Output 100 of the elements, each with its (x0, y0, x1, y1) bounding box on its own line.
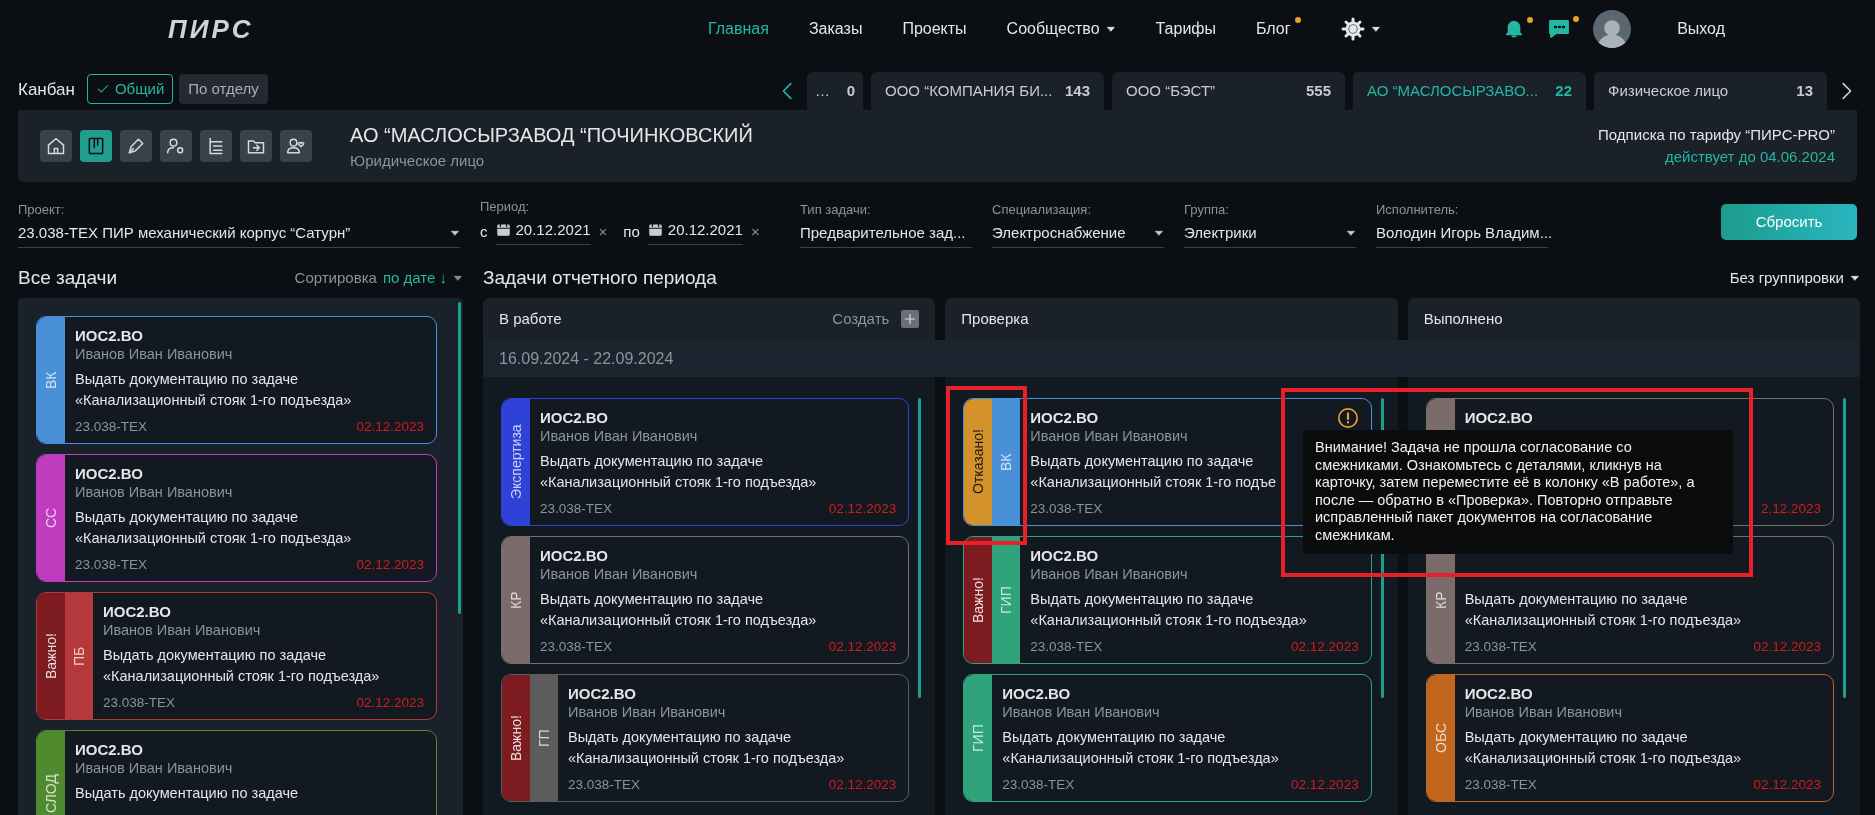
task-description: Выдать документацию по задаче «Канализационный стояк 1-го подъезда» (1002, 728, 1279, 768)
flag-label: Важно! (502, 675, 530, 801)
tab-count: 555 (1305, 80, 1331, 101)
task-code: ИОС2.ВО (75, 740, 143, 758)
tab-name: ООО “БЭСТ” (1126, 80, 1216, 101)
flag-label: Отказано! (964, 399, 993, 525)
assignee-name: Иванов Иван Иванович (1002, 703, 1160, 721)
tab-count: 13 (1796, 80, 1813, 101)
task-code: ИОС2.ВО (1464, 684, 1533, 702)
project-code: 23.038-ТЕХ (540, 500, 613, 518)
subscription-date: действует до 04.06.2024 (1663, 147, 1835, 167)
sort-label: Сортировка (294, 267, 377, 288)
task-description: Выдать документацию по задаче «Канализационный стояк 1-го подъезда» (1464, 590, 1742, 630)
filter-label: Группа: (1184, 201, 1230, 219)
filter-label: Специализация: (992, 201, 1092, 219)
subscription-text: Подписка по тарифу “ПИРС-PRO” (1598, 124, 1835, 145)
task-description: Выдать документацию по задаче «Канализационный стояк 1-го подъезда» (103, 646, 380, 686)
project-code: 23.038-ТЕХ (540, 638, 613, 656)
due-date: 2.12.2023 (1760, 500, 1821, 518)
due-date: 02.12.2023 (828, 638, 897, 656)
tag-label: СС (37, 455, 65, 581)
tag-label: ВК (992, 399, 1021, 525)
section-title: Все задачи (18, 265, 118, 290)
task-code: ИОС2.ВО (75, 464, 143, 482)
tag-label: Экспертиза (502, 399, 530, 525)
period-label: 16.09.2024 - 22.09.2024 (483, 340, 1860, 377)
due-date: 02.12.2023 (356, 556, 424, 574)
column-title: Выполнено (1423, 308, 1503, 329)
warning-tooltip: Внимание! Задача не прошла согласование со смежниками. Ознакомьтесь с деталями, кликнув на карточку, затем переместите её в колонку «В работе», а после — обратно в «Проверка». Повторно отправьте исправленный пакет документов на согласование смежникам. (1303, 430, 1733, 554)
assignee-name: Иванов Иван Иванович (75, 759, 233, 777)
tag-label: СЛОД (37, 731, 65, 815)
task-description: Выдать документацию по задаче «Канализационный стояк 1-го подъезда» (75, 370, 352, 410)
column-title: В работе (499, 308, 562, 329)
assignee-name: Иванов Иван Иванович (540, 565, 698, 583)
date-prefix: по (623, 221, 640, 242)
select-value: Предварительное зад... (800, 222, 966, 243)
due-date: 02.12.2023 (828, 776, 897, 794)
tag-label: ГИП (992, 537, 1021, 663)
tag-label: ГП (530, 675, 558, 801)
task-code: ИОС2.ВО (540, 408, 608, 426)
filter-label: Тип задачи: (800, 201, 872, 219)
kanban-label: Канбан (18, 78, 75, 101)
task-code: ИОС2.ВО (1002, 684, 1071, 702)
task-description: Выдать документацию по задаче «Канализационный стояк 1-го подъе (1030, 452, 1277, 492)
project-code: 23.038-ТЕХ (75, 556, 148, 574)
project-code: 23.038-ТЕХ (568, 776, 641, 794)
task-description: Выдать документацию по задаче «Канализационный стояк 1-го подъезда» (75, 508, 352, 548)
tag-label: ОБС (1426, 675, 1455, 801)
due-date: 02.12.2023 (1753, 638, 1821, 656)
assignee-name: Иванов Иван Иванович (1030, 427, 1188, 445)
tab-count: 0 (846, 80, 855, 101)
section-title: Задачи отчетного периода (483, 265, 717, 290)
assignee-name: Иванов Иван Иванович (568, 703, 726, 721)
assignee-name: Иванов Иван Иванович (75, 345, 233, 363)
project-code: 23.038-ТЕХ (103, 694, 176, 712)
task-description: Выдать документацию по задаче (75, 784, 298, 803)
task-description: Выдать документацию по задаче «Канализационный стояк 1-го подъезда» (568, 728, 845, 768)
due-date: 02.12.2023 (356, 694, 424, 712)
task-code: ИОС2.ВО (540, 546, 608, 564)
tab-count: 22 (1555, 80, 1572, 101)
project-code: 23.038-ТЕХ (1030, 500, 1103, 518)
project-code: 23.038-ТЕХ (1464, 638, 1537, 656)
tab-name: … (815, 80, 830, 101)
project-code: 23.038-ТЕХ (1030, 638, 1103, 656)
select-value: Электроснабжение (992, 222, 1126, 243)
due-date: 02.12.2023 (1753, 776, 1821, 794)
task-description: Выдать документацию по задаче «Канализационный стояк 1-го подъезда» (540, 590, 817, 630)
flag-label: Важно! (37, 593, 65, 719)
tag-label: ВК (37, 317, 65, 443)
assignee-name: Иванов Иван Иванович (540, 427, 698, 445)
filter-label: Исполнитель: (1376, 201, 1460, 219)
tab-name: АО “МАСЛОСЫРЗАВО... (1367, 80, 1539, 101)
due-date: 02.12.2023 (1291, 776, 1359, 794)
tag-label: ГИП (964, 675, 993, 801)
assignee-name: Иванов Иван Иванович (75, 483, 233, 501)
task-code: ИОС2.ВО (1030, 546, 1099, 564)
date-prefix: с (480, 221, 488, 242)
assignee-name: Иванов Иван Иванович (103, 621, 261, 639)
filter-label: Период: (480, 198, 531, 216)
column-title: Проверка (961, 308, 1029, 329)
task-code: ИОС2.ВО (1464, 408, 1533, 426)
select-value: Электрики (1184, 222, 1257, 243)
due-date: 02.12.2023 (1291, 638, 1359, 656)
task-code: ИОС2.ВО (103, 602, 171, 620)
tab-name: ООО “КОМПАНИЯ БИ... (885, 80, 1053, 101)
task-description: Выдать документацию по задаче «Канализационный стояк 1-го подъезда» (1464, 728, 1742, 768)
task-code: ИОС2.ВО (1030, 408, 1099, 426)
tab-name: Физическое лицо (1608, 80, 1729, 101)
due-date: 02.12.2023 (828, 500, 897, 518)
task-code: ИОС2.ВО (75, 326, 143, 344)
project-code: 23.038-ТЕХ (75, 418, 148, 436)
select-value: 23.038-ТЕХ ПИР механический корпус “Сатурн” (18, 222, 351, 243)
tab-count: 143 (1064, 80, 1090, 101)
task-description: Выдать документацию по задаче «Канализационный стояк 1-го подъезда» (540, 452, 817, 492)
tag-label: ПБ (65, 593, 93, 719)
due-date: 02.12.2023 (356, 418, 424, 436)
flag-label: Важно! (964, 537, 993, 663)
filter-label: Проект: (18, 201, 66, 219)
project-code: 23.038-ТЕХ (1002, 776, 1075, 794)
task-description: Выдать документацию по задаче «Канализационный стояк 1-го подъезда» (1030, 590, 1307, 630)
